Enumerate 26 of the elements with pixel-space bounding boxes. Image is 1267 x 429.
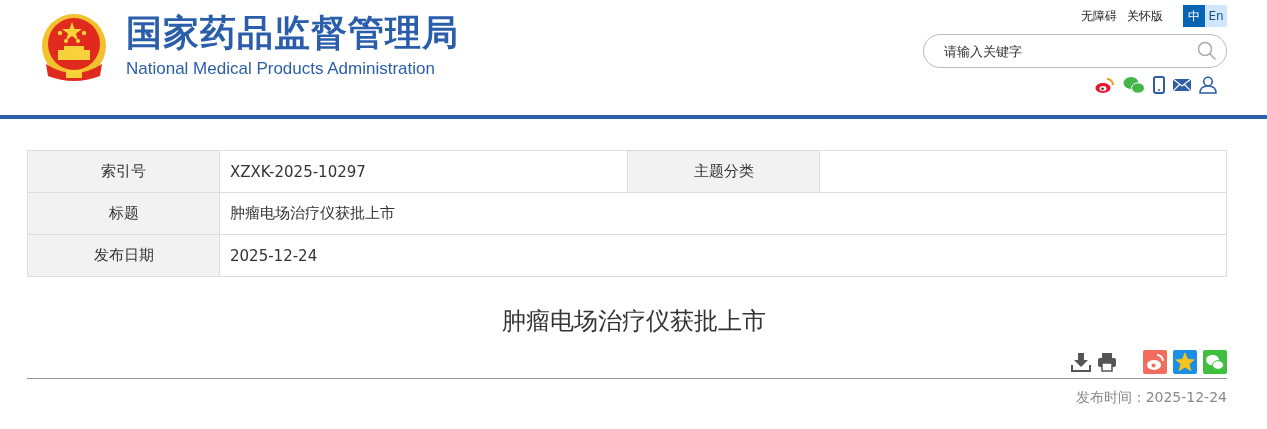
- publish-time: 发布时间：2025-12-24: [1075, 389, 1227, 407]
- mail-icon[interactable]: [1173, 78, 1191, 92]
- search-field[interactable]: 请输入关键字: [923, 34, 1227, 68]
- top-link[interactable]: 关怀版: [1127, 7, 1163, 25]
- field-label: 标题: [28, 193, 220, 235]
- print-icon[interactable]: [1097, 352, 1117, 372]
- weibo-icon[interactable]: [1095, 76, 1115, 94]
- site-title: 国家药品监督管理局: [126, 13, 459, 53]
- field-label: 发布日期: [28, 235, 220, 277]
- field-label: 主题分类: [628, 151, 820, 193]
- field-value: XZXK-2025-10297: [220, 151, 628, 193]
- field-value: 2025-12-24: [220, 235, 1227, 277]
- download-icon[interactable]: [1071, 352, 1091, 372]
- language-tab[interactable]: 中: [1183, 5, 1205, 27]
- site-subtitle: National Medical Products Administration: [126, 59, 436, 79]
- star-share-icon[interactable]: [1173, 350, 1197, 374]
- article-title: 肿瘤电场治疗仪获批上市: [500, 306, 767, 337]
- language-tab[interactable]: En: [1205, 5, 1227, 27]
- weibo-share-icon[interactable]: [1143, 350, 1167, 374]
- phone-icon[interactable]: [1153, 76, 1165, 94]
- user-icon[interactable]: [1199, 76, 1217, 94]
- wechat-share-icon[interactable]: [1203, 350, 1227, 374]
- top-link[interactable]: 无障碍: [1081, 7, 1117, 25]
- field-label: 索引号: [28, 151, 220, 193]
- field-value: 肿瘤电场治疗仪获批上市: [220, 193, 1227, 235]
- wechat-icon[interactable]: [1123, 76, 1145, 94]
